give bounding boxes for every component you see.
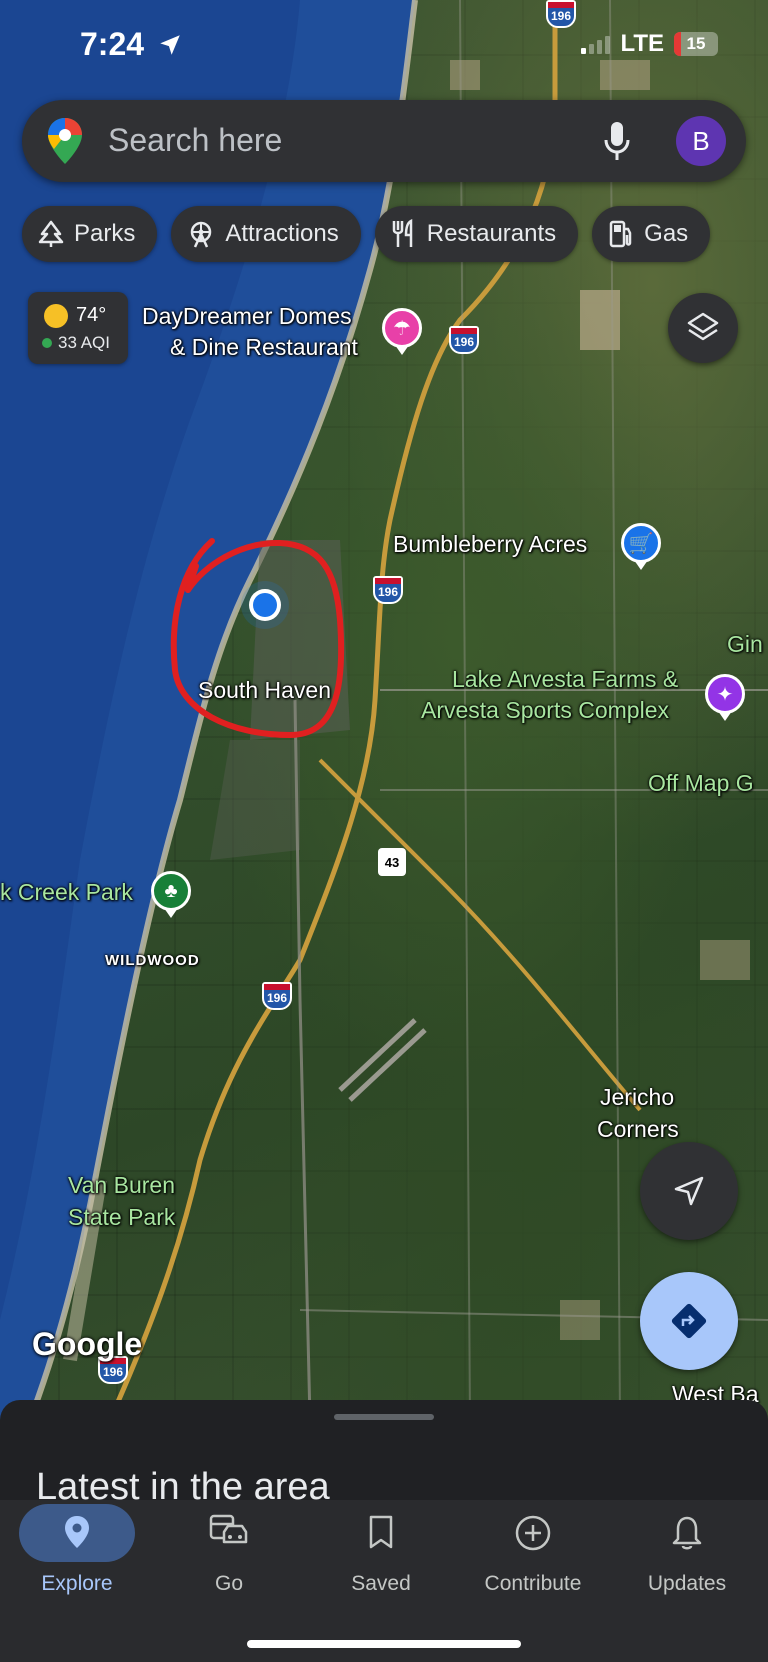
chip-gas[interactable]: Gas: [592, 206, 711, 262]
sun-icon: [44, 304, 68, 328]
place-label-van-buren-2[interactable]: State Park: [68, 1204, 175, 1230]
search-bar[interactable]: Search here B: [22, 100, 746, 182]
navigation-arrow-icon: [674, 1176, 704, 1206]
route-43-shield: 43: [378, 848, 406, 876]
nav-label: Updates: [647, 1572, 727, 1595]
plus-circle-icon: [515, 1515, 551, 1551]
status-time: 7:24: [80, 26, 145, 62]
place-label-arvesta-2[interactable]: Arvesta Sports Complex: [421, 697, 669, 723]
layers-icon: [687, 312, 719, 341]
town-area: [250, 540, 350, 740]
fork-knife-icon: [392, 219, 412, 247]
search-input[interactable]: Search here: [108, 122, 282, 159]
airport-runway: [338, 1018, 427, 1102]
i196-shield: 196: [449, 326, 479, 354]
route-43: [318, 758, 642, 1112]
microphone-icon[interactable]: [602, 120, 632, 162]
bookmark-icon: [369, 1515, 393, 1549]
nav-updates[interactable]: Updates: [610, 1500, 764, 1610]
shopping-cart-pin-icon[interactable]: 🛒: [621, 523, 661, 570]
place-label-creek-park[interactable]: k Creek Park: [0, 879, 133, 905]
directions-button[interactable]: [640, 1272, 738, 1370]
place-label-jericho[interactable]: Jericho: [600, 1084, 674, 1110]
current-location-dot: [253, 593, 277, 617]
chip-label: Restaurants: [426, 220, 557, 247]
screen: DayDreamer Domes & Dine Restaurant ☂ Bum…: [0, 0, 768, 1662]
sports-pin-icon[interactable]: ✦: [705, 674, 745, 721]
chip-restaurants[interactable]: Restaurants: [374, 206, 579, 262]
nav-label: Saved: [351, 1572, 411, 1595]
signal-strength-icon: [581, 34, 611, 54]
nav-label: Contribute: [484, 1572, 582, 1595]
chip-label: Attractions: [225, 220, 339, 247]
home-indicator[interactable]: [247, 1640, 521, 1648]
place-label-bumbleberry[interactable]: Bumbleberry Acres: [393, 531, 587, 557]
location-pin-icon: [65, 1516, 89, 1548]
category-chips: Parks Attractions Restaurants Gas: [22, 206, 711, 262]
tree-icon: [38, 220, 64, 247]
chip-attractions[interactable]: Attractions: [171, 206, 361, 262]
place-label-daydreamer-2[interactable]: & Dine Restaurant: [170, 334, 358, 360]
gas-pump-icon: [609, 220, 632, 248]
chip-label: Parks: [74, 220, 136, 247]
i196-shield-top: 196: [546, 0, 576, 28]
account-avatar[interactable]: B: [676, 116, 726, 166]
status-indicators: LTE 15: [581, 30, 718, 58]
place-label-south-haven[interactable]: South Haven: [198, 677, 331, 703]
bottom-navigation: Explore Go Saved Contribute Updates: [0, 1500, 768, 1662]
location-arrow-icon: [160, 35, 180, 55]
bell-icon: [672, 1516, 702, 1550]
nav-saved[interactable]: Saved: [304, 1500, 458, 1610]
i196-shield: 196: [373, 576, 403, 604]
google-attribution: Google: [32, 1326, 143, 1362]
my-location-button[interactable]: [640, 1142, 738, 1240]
place-label-gin[interactable]: Gin: [727, 631, 763, 657]
network-type: LTE: [620, 30, 664, 57]
temperature: 74°: [76, 304, 107, 326]
battery-level: 15: [686, 34, 706, 53]
nav-label: Explore: [41, 1572, 113, 1595]
sheet-drag-handle[interactable]: [334, 1414, 434, 1420]
car-icon: [209, 1514, 248, 1544]
place-label-van-buren[interactable]: Van Buren: [68, 1172, 175, 1198]
place-label-arvesta[interactable]: Lake Arvesta Farms &: [452, 666, 678, 692]
place-label-wildwood[interactable]: WILDWOOD: [105, 952, 200, 970]
bottom-sheet[interactable]: Latest in the area: [0, 1400, 768, 1510]
place-label-off-map[interactable]: Off Map G: [648, 770, 754, 796]
weather-widget[interactable]: 74° 33 AQI: [28, 292, 128, 364]
i196-shield: 196: [262, 982, 292, 1010]
air-quality-index: 33 AQI: [58, 333, 110, 352]
chip-parks[interactable]: Parks: [22, 206, 158, 262]
directions-icon: [671, 1303, 707, 1339]
park-pin-icon[interactable]: ♣: [151, 871, 191, 918]
chip-label: Gas: [644, 220, 689, 247]
nav-contribute[interactable]: Contribute: [456, 1500, 610, 1610]
nav-explore[interactable]: Explore: [0, 1500, 154, 1610]
umbrella-pin-icon[interactable]: ☂: [382, 308, 422, 355]
place-label-daydreamer[interactable]: DayDreamer Domes: [142, 303, 352, 329]
aqi-status-dot: [42, 338, 52, 348]
google-maps-logo-icon: [48, 118, 82, 164]
nav-label: Go: [214, 1572, 243, 1595]
ferris-wheel-icon: [191, 221, 212, 248]
layers-button[interactable]: [668, 293, 738, 363]
place-label-jericho-2[interactable]: Corners: [597, 1116, 679, 1142]
nav-go[interactable]: Go: [152, 1500, 306, 1610]
battery-icon: 15: [674, 32, 718, 56]
